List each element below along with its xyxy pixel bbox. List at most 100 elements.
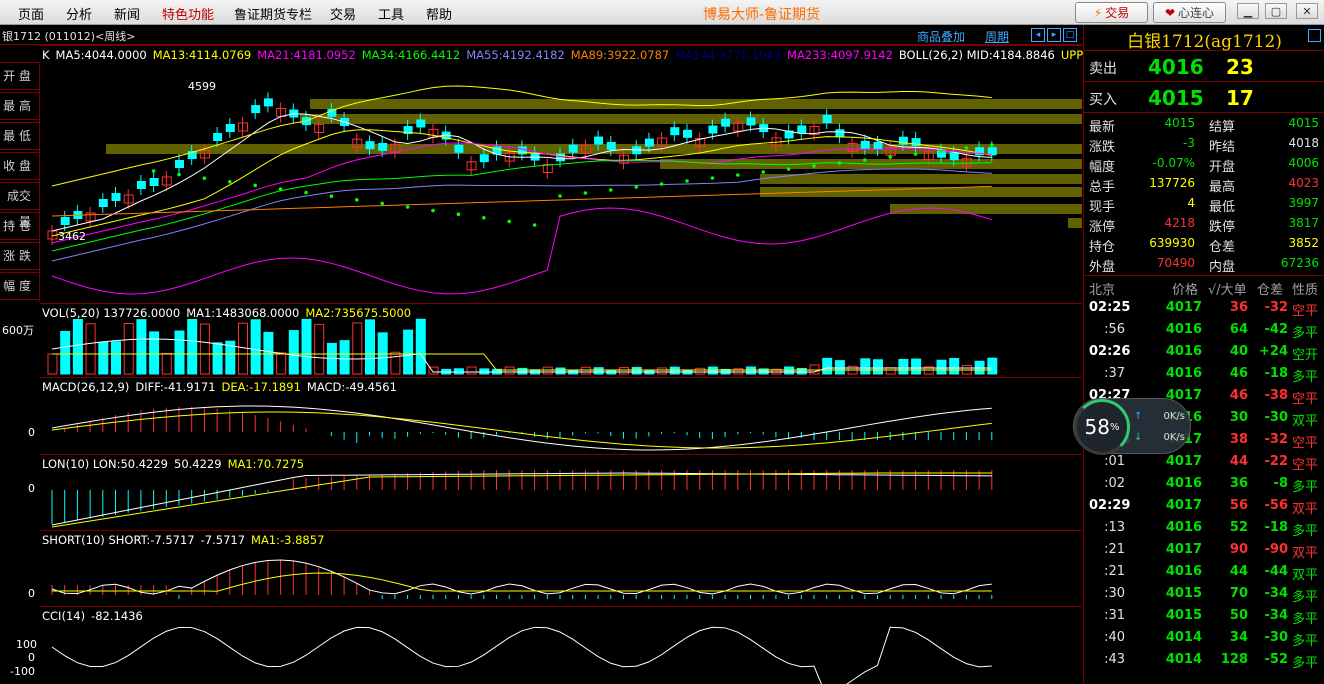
tick-row: :13 4016 52 -18 多平 (1084, 517, 1324, 539)
sar-dot (405, 205, 410, 209)
heart-connect-button[interactable]: ❤ 心连心 (1153, 2, 1226, 23)
stat-label: 最低 (1209, 200, 1236, 215)
volume-bar (542, 366, 553, 375)
tick-qty: 34 (1229, 630, 1248, 645)
macd-diff-line (51, 405, 992, 451)
candle-body (644, 138, 654, 147)
close-icon[interactable]: ✕ (1296, 3, 1318, 19)
volume-bar (669, 366, 680, 375)
tick-price: 4015 (1165, 608, 1202, 623)
volume-bar (149, 331, 160, 375)
volume-bar (263, 331, 274, 375)
tick-nature: 空平 (1292, 436, 1319, 451)
candle-body (517, 146, 527, 155)
trade-button[interactable]: ⚡ 交易 (1075, 2, 1148, 23)
cci-panel[interactable]: CCI(14) -82.1436 (40, 606, 1082, 684)
menu-news[interactable]: 新闻 (114, 4, 140, 23)
menu-trade[interactable]: 交易 (330, 4, 356, 23)
sar-dot (583, 191, 588, 195)
short-line (51, 559, 992, 595)
menu-special-features[interactable]: 特色功能 (162, 4, 214, 23)
ma89-line (51, 185, 992, 217)
volume-bar (72, 319, 83, 375)
tick-diff: -44 (1264, 564, 1289, 579)
menu-help[interactable]: 帮助 (426, 4, 452, 23)
volume-bar (174, 330, 185, 375)
tick-time: :43 (1104, 652, 1125, 667)
candle-body (797, 125, 807, 134)
volume-bar (187, 318, 198, 375)
menu-page[interactable]: 页面 (18, 4, 44, 23)
volume-bar (898, 358, 909, 375)
candle-body (225, 124, 235, 132)
period-link[interactable]: 周期 (985, 28, 1009, 45)
volume-bar (453, 368, 464, 375)
menu-analysis[interactable]: 分析 (66, 4, 92, 23)
lon-panel[interactable]: LON(10) LON:50.4229 50.4229 MA1:70.7275 (40, 454, 1082, 530)
sar-dot (786, 167, 791, 171)
sar-dot (177, 172, 181, 177)
volume-bar (987, 357, 998, 375)
minimize-icon[interactable]: ▁ (1237, 3, 1259, 19)
goods-overlay-link[interactable]: 商品叠加 (917, 28, 965, 45)
maximize-icon[interactable]: ▢ (1265, 3, 1287, 19)
tick-nature: 空平 (1292, 458, 1319, 473)
stat-label: 开盘 (1209, 160, 1236, 175)
volume-bar (212, 342, 223, 375)
kline-panel[interactable]: K MA5:4044.0000 MA13:4114.0769 MA21:4181.09… (40, 45, 1131, 303)
tick-qty: 40 (1229, 344, 1248, 359)
volume-bar (746, 366, 756, 375)
volume-bar (47, 353, 58, 375)
tick-price: 4017 (1165, 454, 1202, 469)
zoom-right-icon[interactable]: ▸ (1047, 28, 1061, 42)
tick-time: :02 (1104, 476, 1125, 491)
tick-qty: 36 (1229, 300, 1248, 315)
tick-diff: -22 (1264, 454, 1289, 469)
price-band (1068, 218, 1082, 228)
sar-dot (710, 176, 715, 180)
zoom-left-icon[interactable]: ◂ (1031, 28, 1045, 42)
stat-row: 总手 137726 最高 4023 (1084, 174, 1324, 195)
stat-value: 4015 (1164, 116, 1195, 130)
sell-row[interactable]: 卖出 4016 23 (1084, 52, 1324, 82)
side-label-6: 涨 跌 (0, 242, 39, 270)
volume-bar (911, 358, 922, 375)
macd-panel[interactable]: MACD(26,12,9) DIFF:-41.9171 DEA:-17.1891 MA… (40, 377, 1082, 454)
menu-tools[interactable]: 工具 (378, 4, 404, 23)
sar-dot (151, 169, 156, 173)
volume-bar (834, 360, 845, 375)
volume-bar (250, 319, 261, 375)
low-price-label: 3462 (58, 230, 86, 243)
tick-price: 4016 (1165, 366, 1202, 381)
tick-qty: 38 (1229, 432, 1248, 447)
tick-qty: 128 (1220, 652, 1248, 667)
stat-label: 仓差 (1209, 240, 1236, 255)
sar-dot (939, 149, 943, 153)
restore-icon[interactable]: □ (1063, 28, 1077, 42)
stat-value: 4015 (1288, 116, 1319, 130)
sar-dot (355, 198, 359, 202)
candle-body (721, 118, 731, 127)
volume-panel[interactable]: VOL(5,20) 137726.0000 MA1:1483068.0000 MA2… (40, 303, 1082, 377)
tick-time: 02:29 (1089, 498, 1131, 513)
sar-dot (329, 194, 334, 198)
quote-expand-icon[interactable] (1308, 29, 1321, 42)
candle-body (365, 141, 375, 150)
short-axis-zero: 0 (28, 587, 35, 600)
quote-panel: 白银1712(ag1712) 卖出 4016 23 买入 4015 17 最新 4… (1083, 25, 1324, 684)
candle-body (60, 217, 70, 225)
stat-value: 4 (1187, 196, 1195, 210)
stat-row: 外盘 70490 内盘 67236 (1084, 254, 1324, 275)
network-speed-widget[interactable]: 58% ↑ 0K/s ↓ 0K/s (1073, 398, 1191, 455)
sar-dot (812, 164, 816, 168)
tick-qty: 90 (1229, 542, 1248, 557)
tick-price: 4016 (1165, 322, 1202, 337)
heart-logo-icon: ❤ (1164, 5, 1176, 20)
stat-value: 3817 (1288, 216, 1319, 230)
short-panel[interactable]: SHORT(10) SHORT:-7.5717 -7.5717 MA1:-3.885… (40, 530, 1082, 606)
menu-luzheng-column[interactable]: 鲁证期货专栏 (234, 4, 312, 23)
buy-row[interactable]: 买入 4015 17 (1084, 83, 1324, 113)
candle-body (606, 141, 616, 150)
volume-bar (873, 359, 883, 375)
stat-value: 137726 (1149, 176, 1195, 190)
